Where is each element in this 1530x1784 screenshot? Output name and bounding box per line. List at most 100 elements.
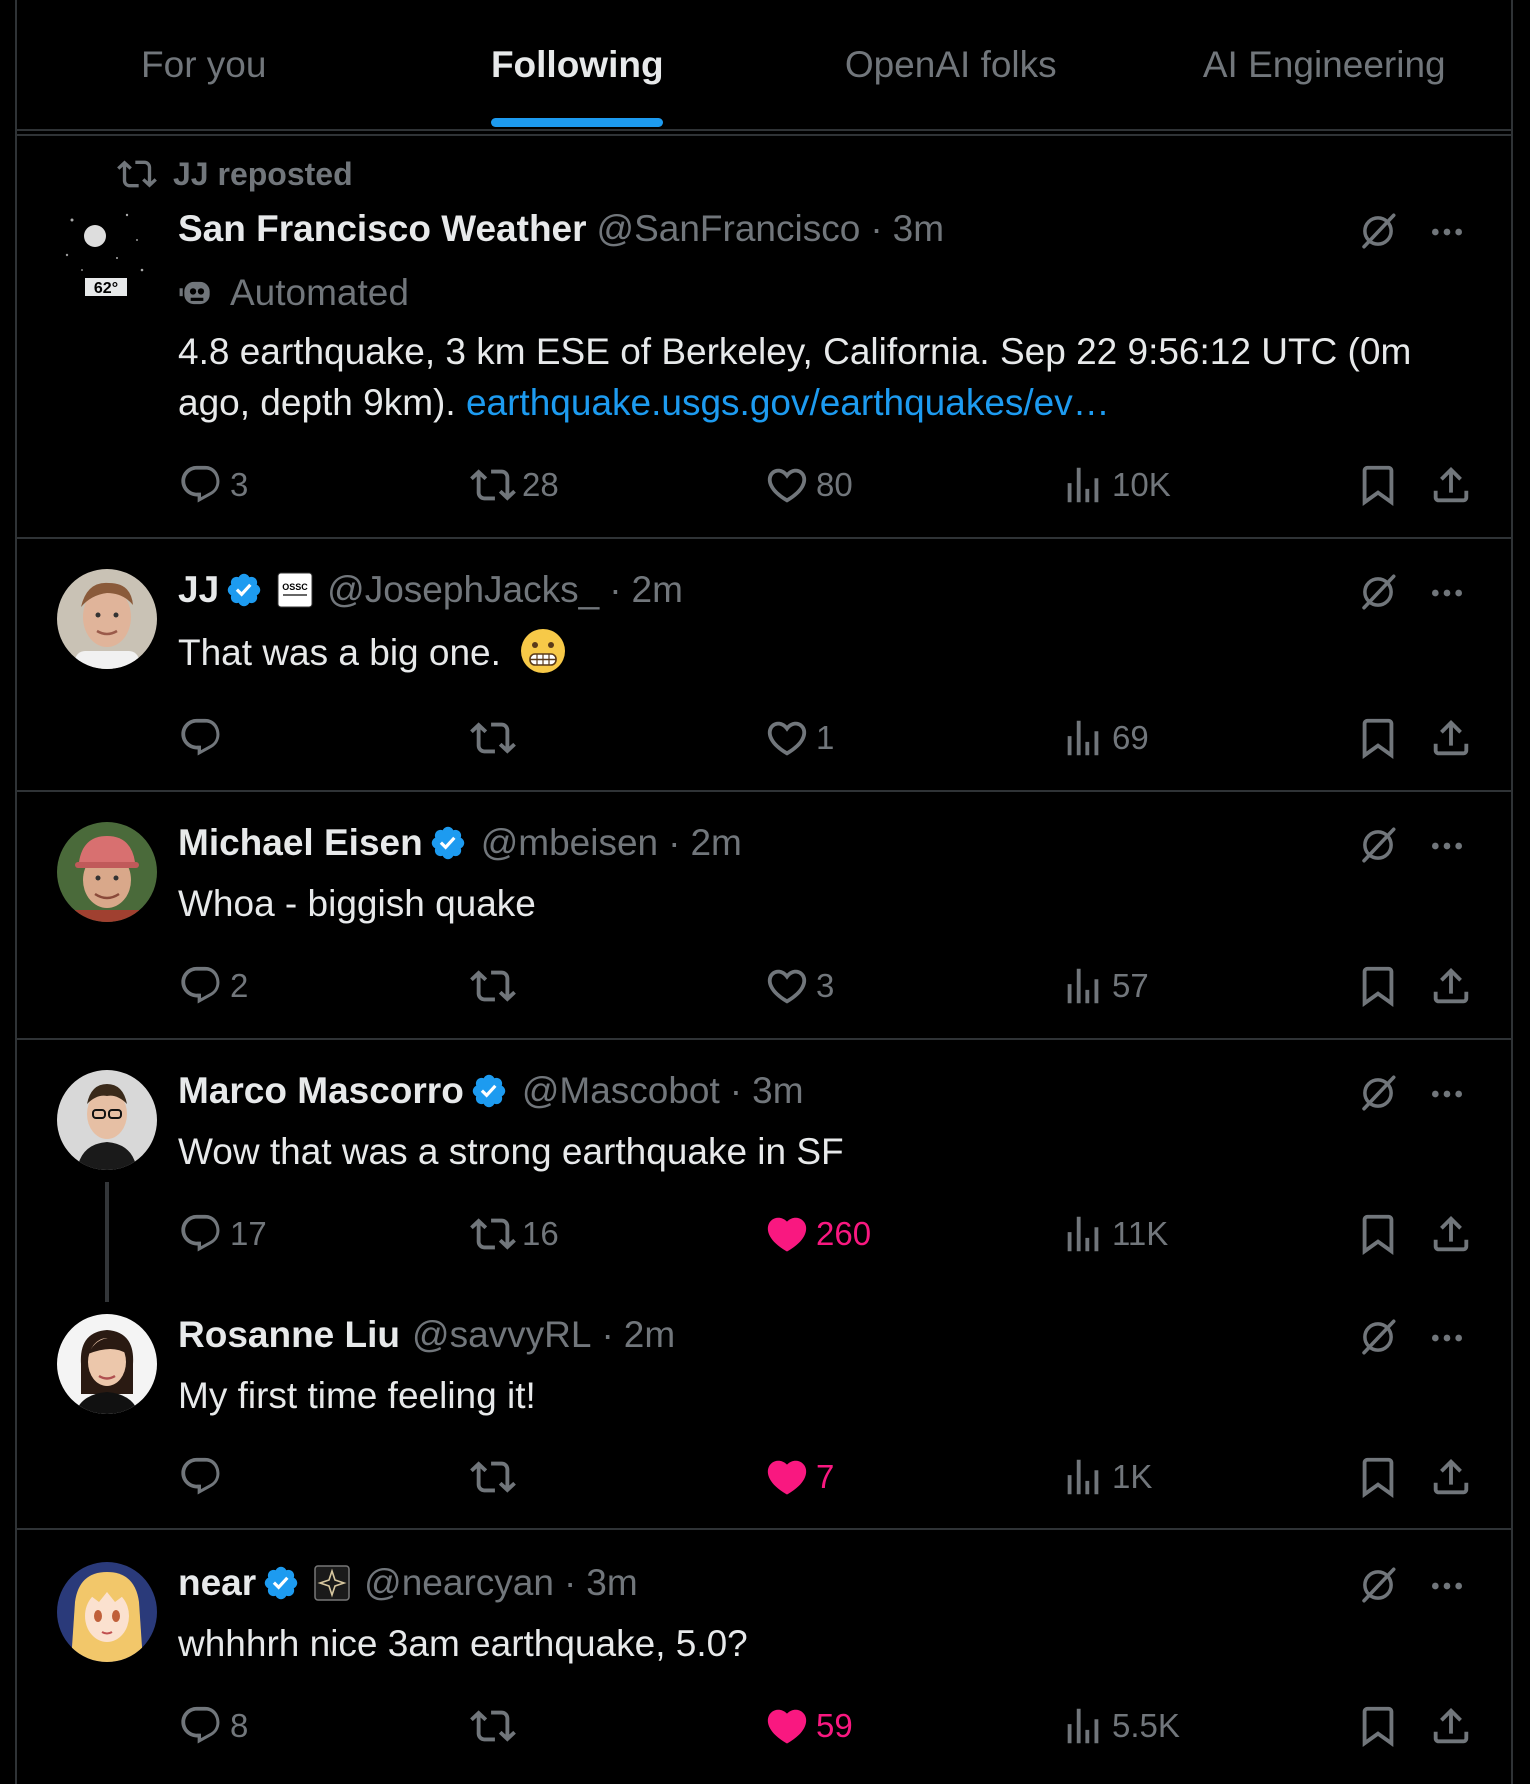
bookmark-button[interactable] [1355,1209,1407,1259]
post-time[interactable]: 2m [632,569,683,611]
avatar[interactable] [57,569,157,669]
repost-button[interactable] [470,713,522,763]
verified-badge-icon[interactable] [225,571,263,609]
repost-button[interactable] [470,1701,522,1751]
sparkle-affiliation-badge-icon[interactable] [314,1565,350,1601]
author-name[interactable]: Michael Eisen [178,822,423,864]
author-name[interactable]: Rosanne Liu [178,1314,400,1356]
post-sf-weather[interactable]: JJ reposted 62° San Francisco Weather @S… [17,136,1511,539]
tab-openai-folks[interactable]: OpenAI folks [764,0,1138,129]
post-michael-eisen[interactable]: Michael Eisen @mbeisen · 2m Whoa - biggi… [17,792,1511,1040]
author-handle[interactable]: @JosephJacks_ [327,569,599,611]
post-time[interactable]: 2m [690,822,741,864]
views-button[interactable]: 1K [1060,1452,1152,1502]
post-marco-mascorro[interactable]: Marco Mascorro @Mascobot · 3m Wow that w… [17,1040,1511,1312]
bookmark-button[interactable] [1355,713,1407,763]
tab-for-you[interactable]: For you [17,0,391,129]
active-tab-indicator [491,118,664,127]
reply-button[interactable]: 2 [178,961,248,1011]
author-handle[interactable]: @mbeisen [481,822,658,864]
ossc-affiliation-badge-icon[interactable]: OSSC [277,572,313,608]
like-button[interactable]: 260 [764,1209,871,1259]
more-options-icon[interactable] [1427,1566,1467,1606]
post-near[interactable]: near @nearcyan · 3m whhhrh nice 3am eart… [17,1530,1511,1784]
bookmark-button[interactable] [1355,460,1407,510]
author-name[interactable]: near [178,1562,256,1604]
grok-icon[interactable] [1357,824,1399,866]
share-button[interactable] [1428,961,1480,1011]
share-button[interactable] [1428,460,1480,510]
post-jj[interactable]: JJ OSSC @JosephJacks_ · 2m That was a bi… [17,539,1511,792]
verified-badge-icon[interactable] [470,1072,508,1110]
tab-ai-engineering[interactable]: AI Engineering [1138,0,1512,129]
reply-button[interactable]: 8 [178,1701,248,1751]
author-handle[interactable]: @savvyRL [412,1314,591,1356]
grok-icon[interactable] [1357,1072,1399,1114]
avatar[interactable] [57,1070,157,1170]
reply-button[interactable] [178,1452,230,1502]
repost-button[interactable]: 16 [470,1209,559,1259]
share-icon [1433,719,1469,756]
verified-badge-icon[interactable] [429,824,467,862]
grok-icon[interactable] [1357,1564,1399,1606]
reply-button[interactable]: 17 [178,1209,267,1259]
verified-badge-icon[interactable] [262,1564,300,1602]
bookmark-button[interactable] [1355,1701,1407,1751]
bookmark-button[interactable] [1355,961,1407,1011]
share-button[interactable] [1428,1452,1480,1502]
more-options-icon[interactable] [1427,212,1467,252]
repost-icon [117,160,157,188]
post-link[interactable]: earthquake.usgs.gov/earthquakes/ev… [466,382,1110,423]
bookmark-icon [1362,1214,1394,1255]
avatar[interactable] [57,1562,157,1662]
author-handle[interactable]: @Mascobot [522,1070,720,1112]
post-time[interactable]: 3m [586,1562,637,1604]
more-options-icon[interactable] [1427,1318,1467,1358]
more-options-icon[interactable] [1427,826,1467,866]
post-time[interactable]: 3m [752,1070,803,1112]
grok-icon[interactable] [1357,1316,1399,1358]
robot-icon [179,281,210,305]
like-button[interactable]: 7 [764,1452,834,1502]
author-name[interactable]: JJ [178,569,219,611]
like-button[interactable]: 1 [764,713,834,763]
repost-button[interactable]: 28 [470,460,559,510]
author-name[interactable]: Marco Mascorro [178,1070,464,1112]
avatar[interactable]: 62° [57,200,157,300]
post-time[interactable]: 2m [624,1314,675,1356]
like-button[interactable]: 80 [764,460,853,510]
share-button[interactable] [1428,713,1480,763]
views-button[interactable]: 11K [1060,1209,1168,1259]
share-button[interactable] [1428,1701,1480,1751]
meta-separator: · [609,569,622,610]
author-handle[interactable]: @nearcyan [364,1562,554,1604]
more-options-icon[interactable] [1427,573,1467,613]
post-rosanne-liu[interactable]: Rosanne Liu @savvyRL · 2m My first time … [17,1290,1511,1530]
bookmark-button[interactable] [1355,1452,1407,1502]
more-options-icon[interactable] [1427,1074,1467,1114]
tab-following[interactable]: Following [391,0,765,129]
views-button[interactable]: 5.5K [1060,1701,1180,1751]
like-button[interactable]: 59 [764,1701,853,1751]
share-button[interactable] [1428,1209,1480,1259]
author-handle[interactable]: @SanFrancisco [597,208,861,250]
repost-button[interactable] [470,961,522,1011]
bookmark-icon [1362,465,1394,506]
views-button[interactable]: 69 [1060,713,1149,763]
repost-indicator: JJ reposted [117,154,353,194]
reply-button[interactable] [178,713,230,763]
repost-button[interactable] [470,1452,522,1502]
views-icon [1067,1459,1099,1495]
grok-icon[interactable] [1357,571,1399,613]
views-button[interactable]: 10K [1060,460,1171,510]
avatar[interactable] [57,1314,157,1414]
post-time[interactable]: 3m [893,208,944,250]
reply-button[interactable]: 3 [178,460,248,510]
share-icon [1433,1458,1469,1495]
grok-icon[interactable] [1357,210,1399,252]
views-button[interactable]: 57 [1060,961,1149,1011]
author-name[interactable]: San Francisco Weather [178,208,587,250]
avatar[interactable] [57,822,157,922]
grimacing-face-emoji [521,629,566,673]
like-button[interactable]: 3 [764,961,834,1011]
